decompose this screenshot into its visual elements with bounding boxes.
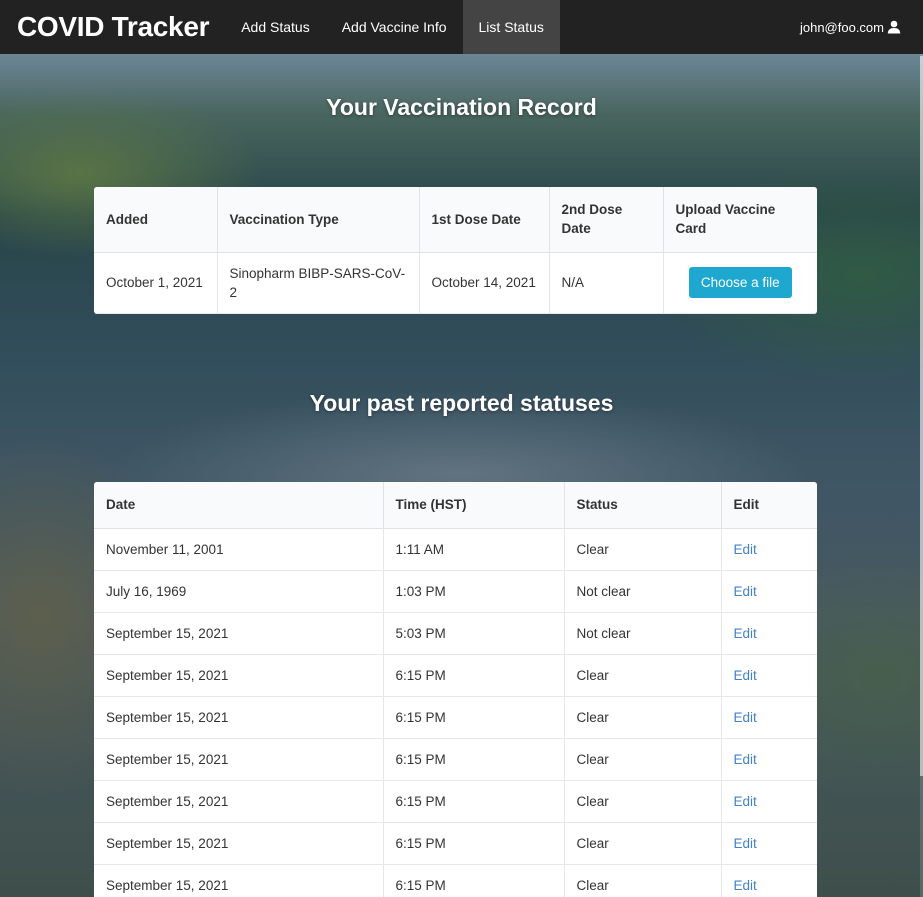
cell-time: 6:15 PM xyxy=(383,696,565,739)
cell-date: September 15, 2021 xyxy=(94,738,384,781)
table-row: September 15, 2021 6:15 PM Clear Edit xyxy=(94,822,817,865)
edit-link[interactable]: Edit xyxy=(734,836,757,851)
cell-edit: Edit xyxy=(721,822,817,865)
edit-link[interactable]: Edit xyxy=(734,752,757,767)
cell-date: September 15, 2021 xyxy=(94,612,384,655)
cell-status: Clear xyxy=(564,780,722,823)
edit-link[interactable]: Edit xyxy=(734,584,757,599)
table-row: September 15, 2021 5:03 PM Not clear Edit xyxy=(94,612,817,655)
header-time: Time (HST) xyxy=(383,482,565,529)
cell-time: 1:03 PM xyxy=(383,570,565,613)
vaccination-header-row: Added Vaccination Type 1st Dose Date 2nd… xyxy=(94,187,817,253)
user-email: john@foo.com xyxy=(799,19,884,35)
cell-status: Clear xyxy=(564,864,722,897)
cell-time: 6:15 PM xyxy=(383,738,565,781)
vaccination-title: Your Vaccination Record xyxy=(326,94,597,120)
header-second-dose-date: 2nd Dose Date xyxy=(549,187,664,253)
cell-status: Not clear xyxy=(564,612,722,655)
edit-link[interactable]: Edit xyxy=(734,794,757,809)
edit-link[interactable]: Edit xyxy=(734,542,757,557)
table-row: September 15, 2021 6:15 PM Clear Edit xyxy=(94,654,817,697)
cell-edit: Edit xyxy=(721,654,817,697)
status-table-card: Date Time (HST) Status Edit November 11,… xyxy=(94,482,817,897)
table-row: September 15, 2021 6:15 PM Clear Edit xyxy=(94,780,817,823)
vaccination-table: Added Vaccination Type 1st Dose Date 2nd… xyxy=(94,187,817,314)
cell-time: 1:11 AM xyxy=(383,528,565,571)
cell-status: Clear xyxy=(564,654,722,697)
edit-link[interactable]: Edit xyxy=(734,710,757,725)
cell-edit: Edit xyxy=(721,528,817,571)
header-first-dose-date: 1st Dose Date xyxy=(419,187,550,253)
cell-date: September 15, 2021 xyxy=(94,654,384,697)
table-row: September 15, 2021 6:15 PM Clear Edit xyxy=(94,696,817,739)
header-date: Date xyxy=(94,482,384,529)
cell-status: Not clear xyxy=(564,570,722,613)
cell-vaccination-type: Sinopharm BIBP-SARS-CoV-2 xyxy=(217,252,420,314)
table-row: November 11, 2001 1:11 AM Clear Edit xyxy=(94,528,817,571)
cell-edit: Edit xyxy=(721,738,817,781)
cell-time: 5:03 PM xyxy=(383,612,565,655)
table-row: July 16, 1969 1:03 PM Not clear Edit xyxy=(94,570,817,613)
status-table: Date Time (HST) Status Edit November 11,… xyxy=(94,482,817,897)
cell-first-dose-date: October 14, 2021 xyxy=(419,252,550,314)
edit-link[interactable]: Edit xyxy=(734,668,757,683)
cell-added: October 1, 2021 xyxy=(94,252,218,314)
cell-date: September 15, 2021 xyxy=(94,822,384,865)
statuses-title: Your past reported statuses xyxy=(309,390,614,416)
header-edit: Edit xyxy=(721,482,817,529)
cell-time: 6:15 PM xyxy=(383,654,565,697)
user-icon xyxy=(887,20,901,34)
vaccination-row: October 1, 2021 Sinopharm BIBP-SARS-CoV-… xyxy=(94,252,817,314)
status-header-row: Date Time (HST) Status Edit xyxy=(94,482,817,529)
cell-edit: Edit xyxy=(721,570,817,613)
table-row: September 15, 2021 6:15 PM Clear Edit xyxy=(94,864,817,897)
cell-edit: Edit xyxy=(721,864,817,897)
cell-status: Clear xyxy=(564,822,722,865)
cell-edit: Edit xyxy=(721,696,817,739)
cell-status: Clear xyxy=(564,738,722,781)
nav-list-status[interactable]: List Status xyxy=(462,0,560,54)
edit-link[interactable]: Edit xyxy=(734,626,757,641)
cell-time: 6:15 PM xyxy=(383,822,565,865)
nav-add-status[interactable]: Add Status xyxy=(225,0,326,54)
vaccination-table-card: Added Vaccination Type 1st Dose Date 2nd… xyxy=(94,187,817,314)
cell-time: 6:15 PM xyxy=(383,780,565,823)
choose-file-button[interactable]: Choose a file xyxy=(688,267,792,298)
cell-second-dose-date: N/A xyxy=(549,252,664,314)
header-vaccination-type: Vaccination Type xyxy=(217,187,420,253)
cell-edit: Edit xyxy=(721,612,817,655)
header-added: Added xyxy=(94,187,218,253)
edit-link[interactable]: Edit xyxy=(734,878,757,893)
table-row: September 15, 2021 6:15 PM Clear Edit xyxy=(94,738,817,781)
brand-title[interactable]: COVID Tracker xyxy=(17,11,210,43)
cell-edit: Edit xyxy=(721,780,817,823)
cell-upload: Choose a file xyxy=(663,252,817,314)
cell-date: July 16, 1969 xyxy=(94,570,384,613)
cell-date: September 15, 2021 xyxy=(94,864,384,897)
cell-status: Clear xyxy=(564,696,722,739)
user-menu[interactable]: john@foo.com xyxy=(800,20,901,35)
header-status: Status xyxy=(564,482,722,529)
nav-add-vaccine-info[interactable]: Add Vaccine Info xyxy=(326,0,463,54)
cell-time: 6:15 PM xyxy=(383,864,565,897)
cell-date: November 11, 2001 xyxy=(94,528,384,571)
cell-status: Clear xyxy=(564,528,722,571)
cell-date: September 15, 2021 xyxy=(94,780,384,823)
top-navbar: COVID Tracker Add Status Add Vaccine Inf… xyxy=(0,0,923,54)
cell-date: September 15, 2021 xyxy=(94,696,384,739)
header-upload-vaccine-card: Upload Vaccine Card xyxy=(663,187,817,253)
